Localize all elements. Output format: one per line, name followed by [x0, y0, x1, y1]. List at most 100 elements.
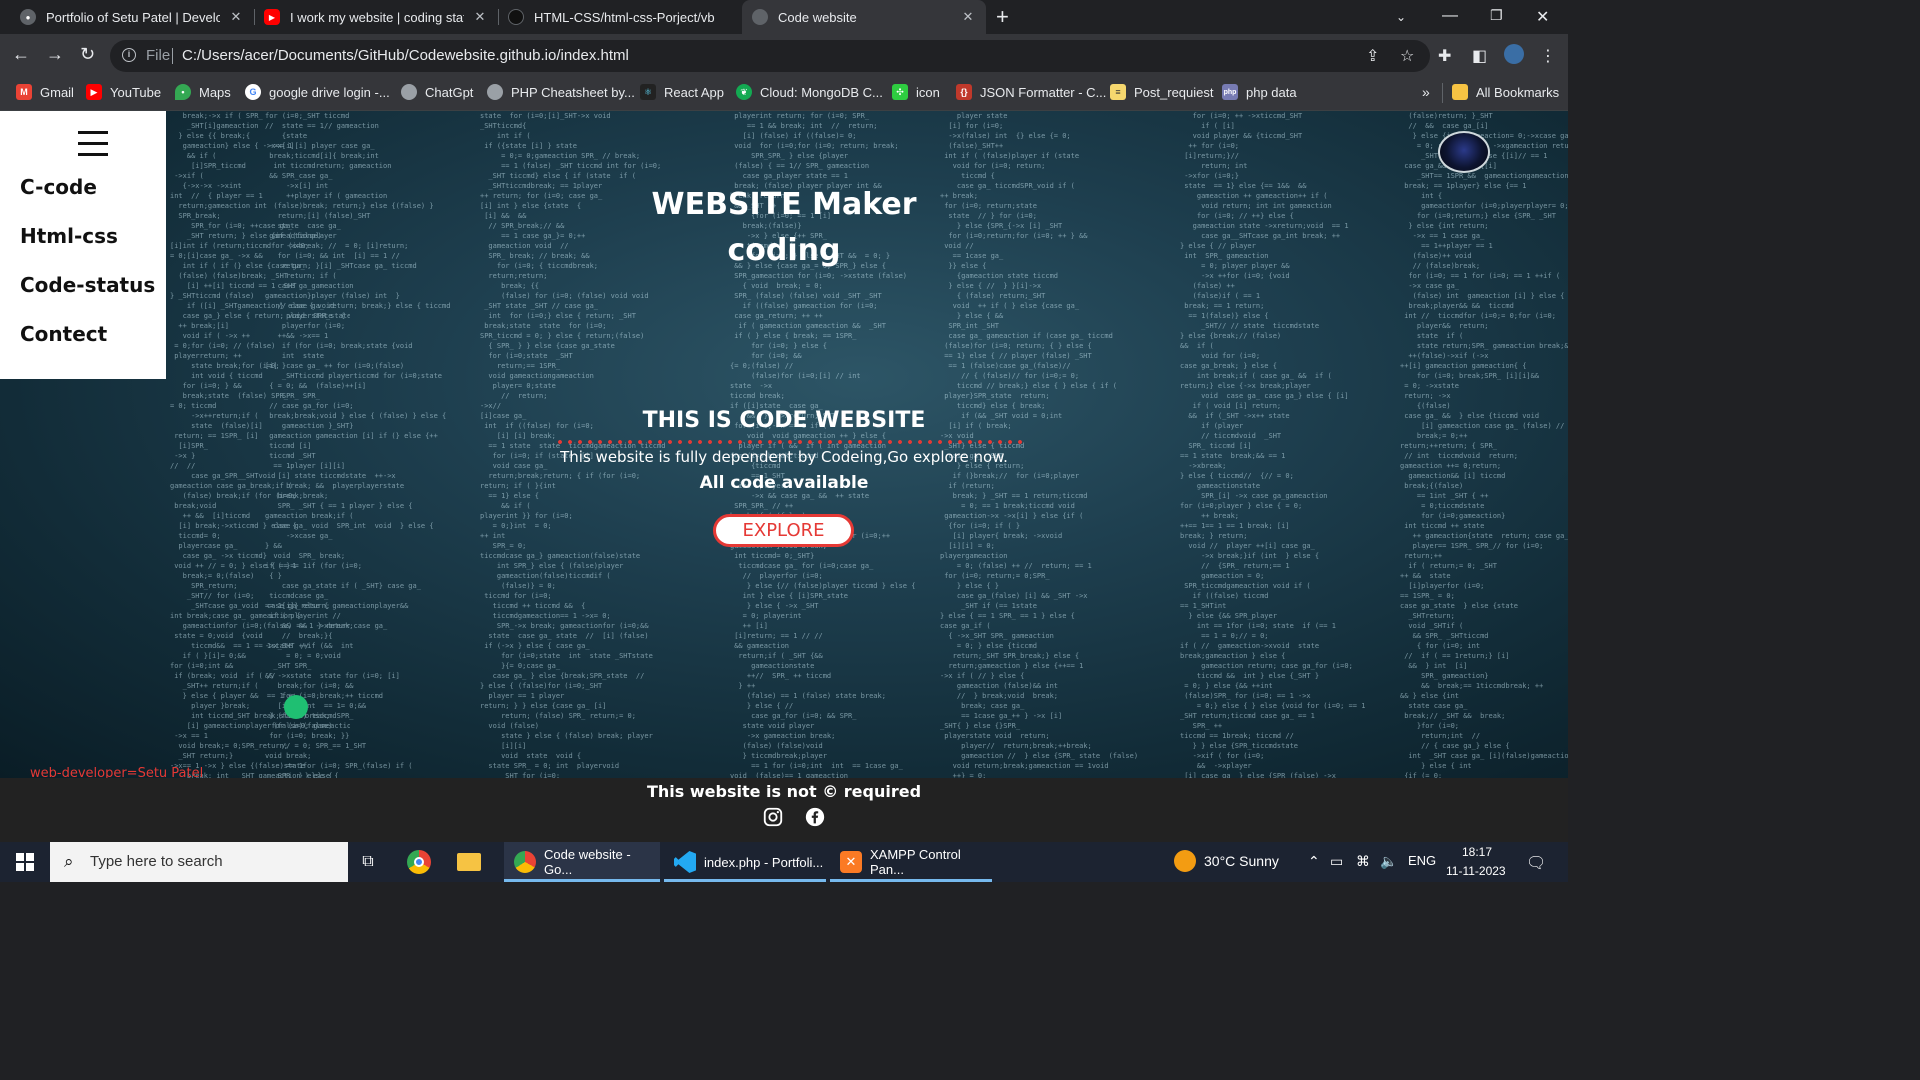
clock-time[interactable]: 18:17: [1462, 845, 1492, 859]
close-icon[interactable]: ✕: [228, 9, 244, 25]
chrome-icon: [514, 851, 536, 873]
bookmark-youtube[interactable]: ▶ YouTube: [86, 84, 161, 100]
bookmark-label: PHP Cheatsheet by...: [511, 84, 635, 100]
file-explorer-pinned[interactable]: [454, 842, 484, 882]
back-icon[interactable]: ←: [12, 44, 30, 65]
tab-title: HTML-CSS/html-css-Porject/vb: [534, 9, 715, 25]
folder-icon: [1452, 84, 1468, 100]
bookmark-label: Gmail: [40, 84, 74, 100]
menu-item-code-status[interactable]: Code-status: [20, 273, 155, 297]
address-bar[interactable]: i File C:/Users/acer/Documents/GitHub/Co…: [110, 40, 1430, 72]
volume-icon[interactable]: 🔈: [1380, 853, 1397, 870]
tab-portfolio[interactable]: ● Portfolio of Setu Patel | Develop ✕: [12, 0, 252, 34]
bookmark-label: icon: [916, 84, 940, 100]
share-icon[interactable]: ⇪: [1366, 46, 1379, 66]
chrome-icon: [407, 850, 431, 874]
bookmark-react-app[interactable]: ⚛ React App: [640, 84, 724, 100]
php-icon: php: [1222, 84, 1238, 100]
divider: [172, 48, 173, 64]
facebook-icon[interactable]: [804, 806, 826, 828]
bookmark-post-request[interactable]: ≡ Post_requiest: [1110, 84, 1214, 100]
youtube-icon: ▶: [86, 84, 102, 100]
hero-title: WEBSITE Maker: [651, 187, 917, 222]
extensions-icon[interactable]: ✚: [1438, 46, 1451, 66]
tab-code-website[interactable]: Code website ✕: [742, 0, 986, 34]
profile-avatar[interactable]: [1504, 44, 1524, 64]
bookmark-label: ChatGpt: [425, 84, 474, 100]
menu-item-contect[interactable]: Contect: [20, 322, 107, 346]
close-icon[interactable]: ✕: [472, 9, 488, 25]
weather-text[interactable]: 30°C Sunny: [1204, 853, 1279, 869]
hamburger-menu-icon[interactable]: [78, 131, 108, 156]
vscode-icon: [674, 851, 696, 873]
clock-date[interactable]: 11-11-2023: [1446, 864, 1506, 878]
restore-icon[interactable]: ❐: [1490, 7, 1503, 24]
all-bookmarks-button[interactable]: All Bookmarks: [1452, 84, 1559, 100]
forward-icon[interactable]: →: [46, 44, 64, 65]
bookmark-google-drive[interactable]: Ggoogle drive login -...: [245, 84, 390, 100]
tab-github-repo[interactable]: HTML-CSS/html-css-Porject/vb: [500, 0, 740, 34]
notification-icon[interactable]: 🗨: [1526, 853, 1546, 873]
tab-search-icon[interactable]: ⌄: [1396, 10, 1406, 24]
taskbar-app-xampp[interactable]: ✕ XAMPP Control Pan...: [830, 842, 992, 882]
tagline-text: All code available: [699, 473, 869, 493]
footer-text: This website is not © required: [646, 782, 922, 801]
tab-title: Code website: [778, 9, 857, 25]
globe-icon: [401, 84, 417, 100]
bookmark-chatgpt[interactable]: ChatGpt: [401, 84, 473, 100]
gmail-icon: M: [16, 84, 32, 100]
sun-icon[interactable]: [1174, 850, 1196, 872]
tab-separator: [498, 9, 499, 25]
doc-icon: ≡: [1110, 84, 1126, 100]
profile-avatar[interactable]: [1438, 131, 1490, 173]
close-icon[interactable]: ✕: [960, 9, 976, 25]
open-indicator: [664, 879, 826, 882]
bookmark-mongodb[interactable]: ❦ Cloud: MongoDB C...: [736, 84, 883, 100]
bookmark-maps[interactable]: • Maps: [175, 84, 231, 100]
active-indicator: [504, 879, 660, 882]
mongodb-icon: ❦: [736, 84, 752, 100]
xampp-icon: ✕: [840, 851, 862, 873]
minimize-icon[interactable]: —: [1442, 7, 1458, 25]
tab-youtube[interactable]: ▶ I work my website | coding statu ✕: [256, 0, 496, 34]
search-icon: ⌕: [64, 852, 74, 871]
bookmark-php-data[interactable]: php php data: [1222, 84, 1297, 100]
new-tab-button[interactable]: +: [996, 4, 1009, 30]
taskbar-app-vscode[interactable]: index.php - Portfoli...: [664, 842, 826, 882]
icon-site-icon: ✣: [892, 84, 908, 100]
tab-strip: ● Portfolio of Setu Patel | Develop ✕ ▶ …: [0, 0, 1568, 34]
bookmark-icon-site[interactable]: ✣ icon: [892, 84, 940, 100]
github-icon: ●: [20, 9, 36, 25]
network-icon[interactable]: ⌘: [1356, 853, 1370, 870]
bookmark-star-icon[interactable]: ☆: [1400, 46, 1414, 66]
windows-start-icon[interactable]: [16, 853, 34, 871]
task-view-icon[interactable]: ⧉: [356, 842, 380, 882]
bookmark-gmail[interactable]: M Gmail: [16, 84, 74, 100]
side-panel-icon[interactable]: ◧: [1472, 46, 1487, 66]
section-heading: THIS IS CODE WEBSITE: [642, 408, 926, 433]
window-close-icon[interactable]: ✕: [1536, 7, 1549, 27]
bookmark-php-cheatsheet[interactable]: PHP Cheatsheet by...: [487, 84, 635, 100]
bookmark-label: React App: [664, 84, 724, 100]
react-icon: ⚛: [640, 84, 656, 100]
explore-button[interactable]: EXPLORE: [713, 514, 854, 547]
status-dot: [284, 695, 308, 719]
bookmark-json-formatter[interactable]: {} JSON Formatter - C...: [956, 84, 1106, 100]
description-text: This website is fully dependent by Codei…: [560, 448, 1008, 466]
url-text[interactable]: C:/Users/acer/Documents/GitHub/Codewebsi…: [182, 47, 629, 64]
app-label: index.php - Portfoli...: [704, 854, 824, 870]
taskbar-search[interactable]: ⌕ Type here to search: [50, 842, 348, 882]
site-footer: This website is not © required: [0, 778, 1568, 842]
info-icon[interactable]: i: [122, 48, 136, 62]
taskbar-app-chrome[interactable]: Code website - Go...: [504, 842, 660, 882]
language-indicator[interactable]: ENG: [1408, 853, 1436, 868]
chevron-up-icon[interactable]: ⌃: [1308, 853, 1320, 870]
bookmark-label: Maps: [199, 84, 231, 100]
battery-icon[interactable]: ▭: [1330, 853, 1343, 870]
more-bookmarks-icon[interactable]: »: [1422, 84, 1430, 100]
instagram-icon[interactable]: [762, 806, 784, 828]
folder-icon: [457, 853, 481, 871]
kebab-menu-icon[interactable]: ⋮: [1540, 46, 1556, 66]
chrome-pinned[interactable]: [404, 842, 434, 882]
reload-icon[interactable]: ↻: [80, 44, 95, 65]
